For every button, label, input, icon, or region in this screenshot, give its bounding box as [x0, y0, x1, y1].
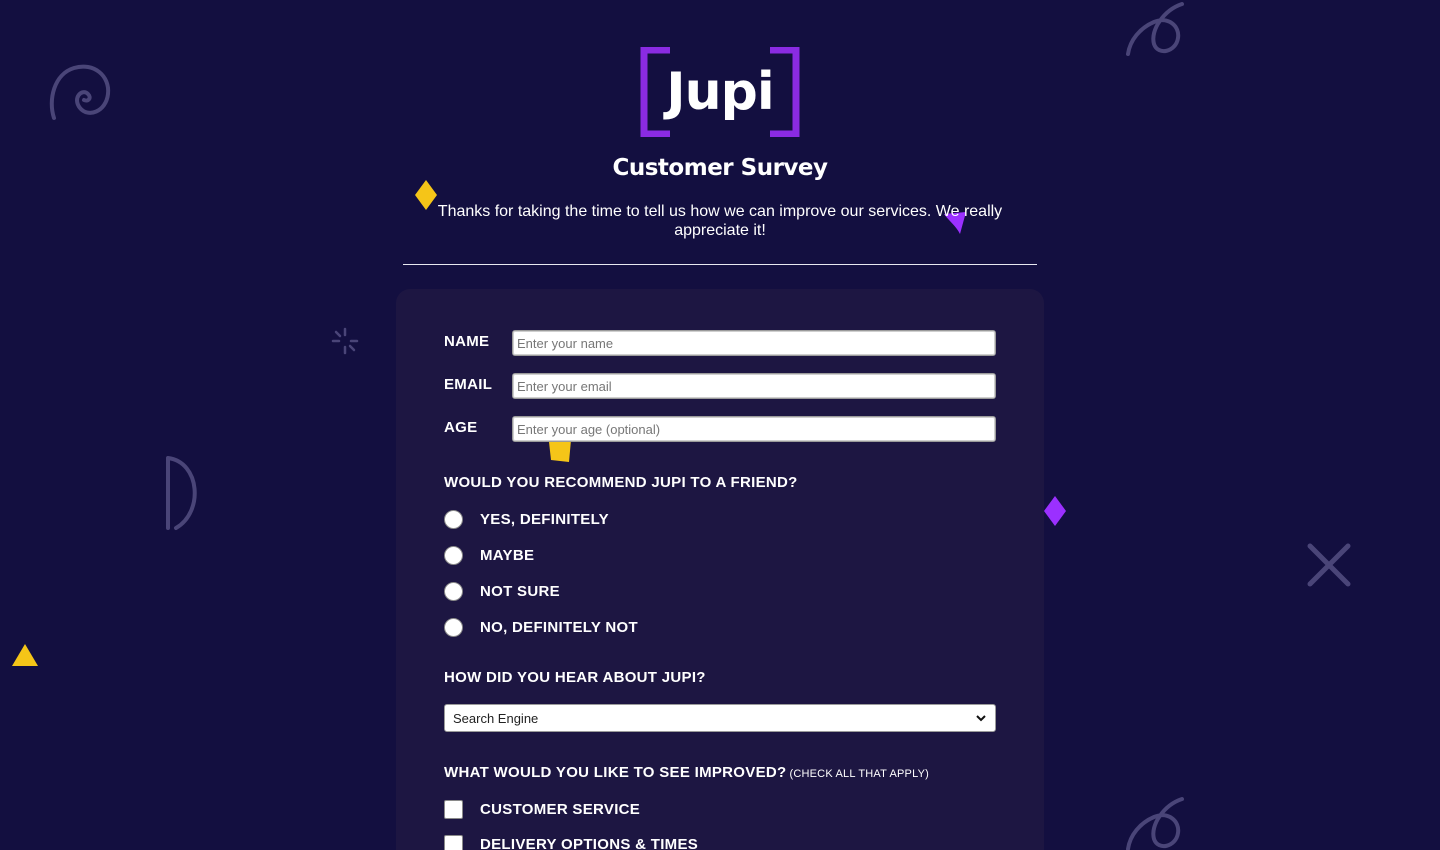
name-label: NAME	[444, 333, 490, 350]
chevron-down-icon	[976, 715, 986, 722]
email-label: EMAIL	[444, 376, 493, 393]
heard-question: HOW DID YOU HEAR ABOUT JUPI?	[444, 669, 706, 686]
heard-select[interactable]: Search Engine	[444, 704, 996, 732]
recommend-option-no[interactable]: NO, DEFINITELY NOT	[444, 617, 638, 637]
recommend-option-not-sure[interactable]: NOT SURE	[444, 581, 560, 601]
email-input[interactable]	[512, 373, 996, 399]
recommend-option-maybe[interactable]: MAYBE	[444, 545, 534, 565]
jupi-logo: Jupi	[640, 47, 800, 137]
header-divider	[403, 264, 1037, 265]
improve-question: WHAT WOULD YOU LIKE TO SEE IMPROVED? (CHE…	[444, 764, 929, 781]
improve-question-hint: (CHECK ALL THAT APPLY)	[789, 768, 929, 780]
spiral-doodle	[49, 64, 111, 120]
logo-text: Jupi	[666, 62, 774, 122]
page: Jupi Customer Survey Thanks for taking t…	[0, 0, 1440, 850]
checkbox-label: DELIVERY OPTIONS & TIMES	[480, 835, 699, 850]
name-input[interactable]	[512, 330, 996, 356]
radio-label: NOT SURE	[480, 582, 560, 600]
diamond-shape	[1044, 496, 1066, 526]
recommend-question: WOULD YOU RECOMMEND JUPI TO A FRIEND?	[444, 474, 798, 491]
curve-doodle	[166, 456, 197, 530]
age-input[interactable]	[512, 416, 996, 442]
page-description: Thanks for taking the time to tell us ho…	[437, 203, 1003, 239]
radio-button[interactable]	[444, 617, 463, 637]
improve-option-delivery[interactable]: DELIVERY OPTIONS & TIMES	[444, 834, 698, 850]
sparkle-doodle	[331, 327, 359, 355]
age-label: AGE	[444, 419, 478, 436]
radio-button[interactable]	[444, 509, 463, 529]
improve-option-customer-service[interactable]: CUSTOMER SERVICE	[444, 799, 640, 819]
checkbox-label: CUSTOMER SERVICE	[480, 800, 641, 818]
improve-question-text: WHAT WOULD YOU LIKE TO SEE IMPROVED?	[444, 764, 787, 781]
radio-label: YES, DEFINITELY	[480, 510, 609, 528]
radio-label: MAYBE	[480, 546, 535, 564]
radio-button[interactable]	[444, 581, 463, 601]
curl-doodle	[1126, 2, 1184, 56]
checkbox[interactable]	[444, 799, 463, 819]
radio-label: NO, DEFINITELY NOT	[480, 618, 638, 636]
page-title: Customer Survey	[612, 155, 828, 181]
checkbox[interactable]	[444, 834, 463, 850]
triangle-shape	[12, 644, 38, 666]
radio-button[interactable]	[444, 545, 463, 565]
heard-select-value: Search Engine	[453, 710, 539, 726]
curl-doodle	[1126, 797, 1184, 850]
recommend-option-yes[interactable]: YES, DEFINITELY	[444, 509, 609, 529]
x-doodle	[1307, 543, 1351, 587]
